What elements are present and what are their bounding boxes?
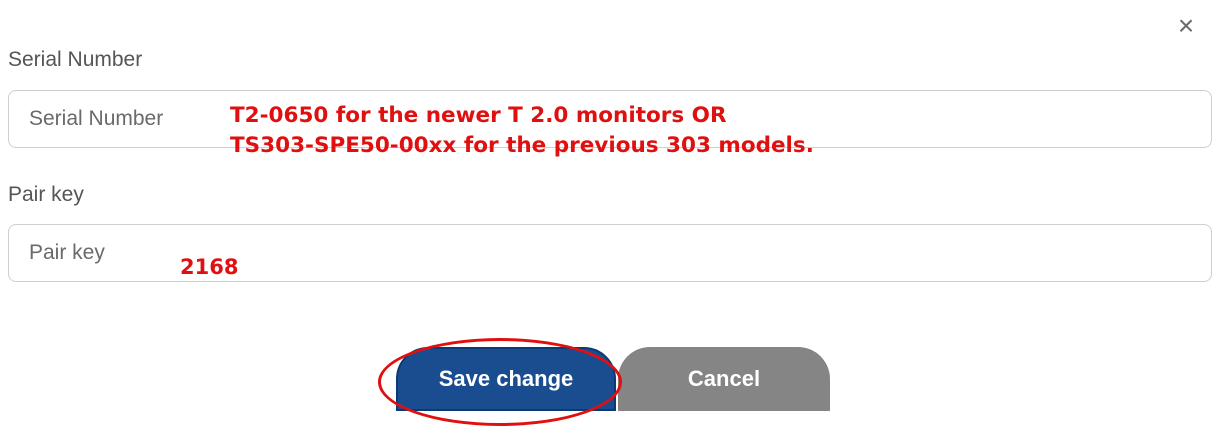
save-change-button[interactable]: Save change (396, 347, 616, 411)
close-icon[interactable]: × (1172, 12, 1200, 40)
serial-annotation-line-1: T2-0650 for the newer T 2.0 monitors OR (230, 103, 727, 128)
serial-number-label: Serial Number (8, 48, 143, 71)
pair-key-annotation: 2168 (180, 255, 239, 279)
serial-number-input[interactable] (29, 91, 229, 147)
serial-annotation-line-2: TS303-SPE50-00xx for the previous 303 mo… (230, 133, 814, 158)
serial-number-annotation: T2-0650 for the newer T 2.0 monitors OR … (230, 101, 814, 161)
cancel-button[interactable]: Cancel (618, 347, 830, 411)
pair-key-label: Pair key (8, 183, 84, 206)
